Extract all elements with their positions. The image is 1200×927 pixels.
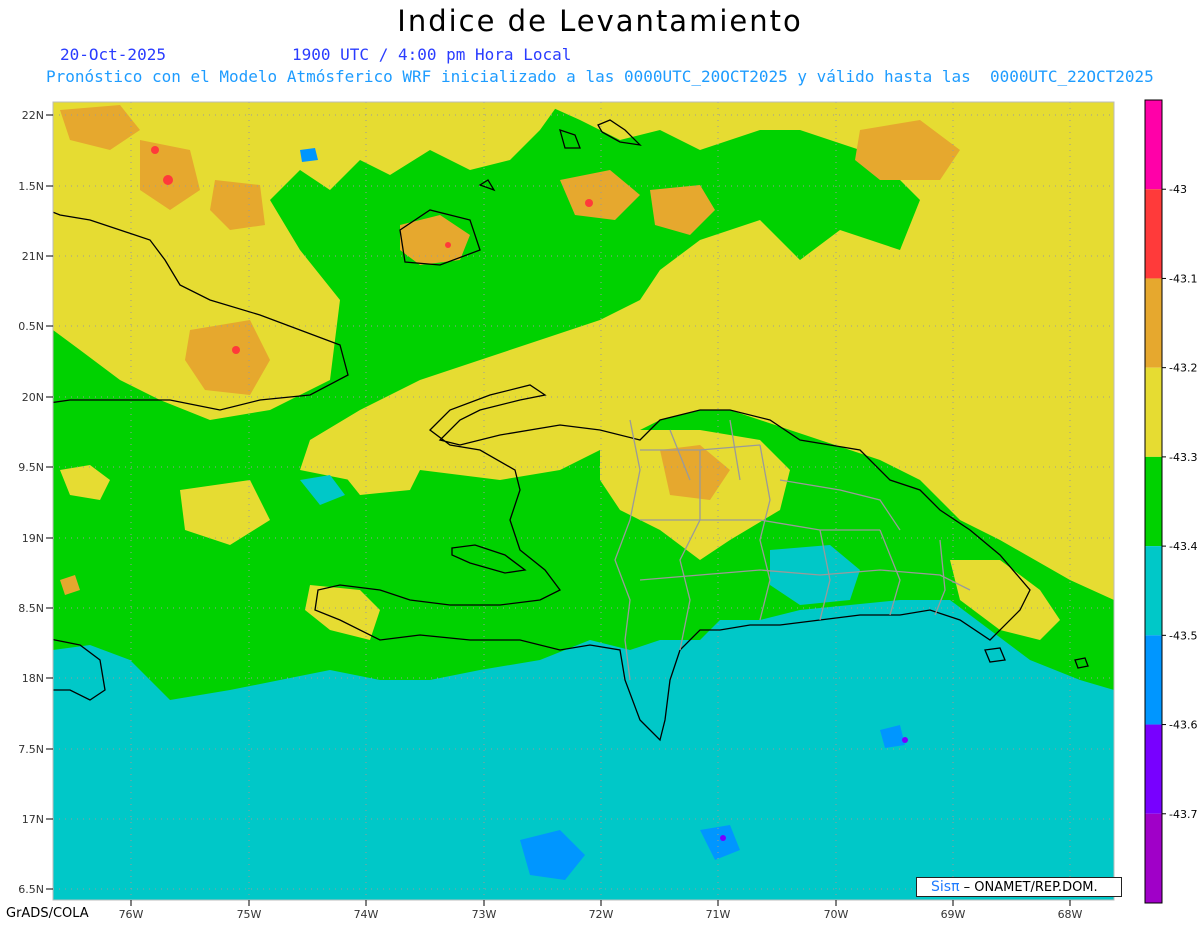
colorbar-label: -43.1 [1169,272,1197,285]
colorbar-label: -43.3 [1169,451,1197,464]
lat-label: 17N [22,813,44,826]
lon-label: 76W [119,908,144,921]
colorbar-segment [1145,813,1162,903]
field-layer [53,102,1114,900]
lon-label: 70W [824,908,849,921]
colorbar-segment [1145,456,1162,547]
colorbar-label: -43.5 [1169,629,1197,642]
lat-label: 6.5N [18,883,44,896]
map-figure: 22N 1.5N 21N 0.5N 20N 9.5N 19N 8.5N 18N … [18,99,1197,921]
colorbar-label: -43.4 [1169,540,1197,553]
credit-box: Sisπ – ONAMET/REP.DOM. [916,877,1122,897]
colorbar-label: -43.2 [1169,362,1197,375]
lat-label: 7.5N [18,743,44,756]
sispi-logo: Sisπ [931,879,960,895]
grads-footer: GrADS/COLA [6,906,89,921]
lon-label: 74W [354,908,379,921]
lon-label: 72W [589,908,614,921]
lat-label: 1.5N [18,180,44,193]
lat-label: 22N [22,109,44,122]
lat-label: 8.5N [18,602,44,615]
lat-label: 21N [22,250,44,263]
lon-label: 71W [706,908,731,921]
lon-labels: 76W 75W 74W 73W 72W 71W 70W 69W 68W [119,908,1083,921]
colorbar-label: -43 [1169,183,1187,196]
lat-label: 9.5N [18,461,44,474]
colorbar-segment [1145,724,1162,814]
colorbar-segment [1145,278,1162,368]
lon-label: 69W [941,908,966,921]
colorbar: -43 -43.1 -43.2 -43.3 -43.4 -43.5 -43.6 -43.7 [1144,99,1197,904]
colorbar-segment [1145,189,1162,279]
colorbar-segment [1145,635,1162,725]
colorbar-segment [1145,546,1162,636]
lon-label: 68W [1058,908,1083,921]
lon-label: 73W [472,908,497,921]
lat-label: 18N [22,672,44,685]
lon-label: 75W [237,908,262,921]
colorbar-segment [1145,367,1162,457]
colorbar-label: -43.6 [1169,719,1197,732]
lat-label: 19N [22,532,44,545]
lat-labels: 22N 1.5N 21N 0.5N 20N 9.5N 19N 8.5N 18N … [18,109,44,896]
credit-text: – ONAMET/REP.DOM. [963,880,1098,895]
colorbar-segment [1145,100,1162,190]
lat-label: 20N [22,391,44,404]
lat-label: 0.5N [18,320,44,333]
colorbar-label: -43.7 [1169,808,1197,821]
